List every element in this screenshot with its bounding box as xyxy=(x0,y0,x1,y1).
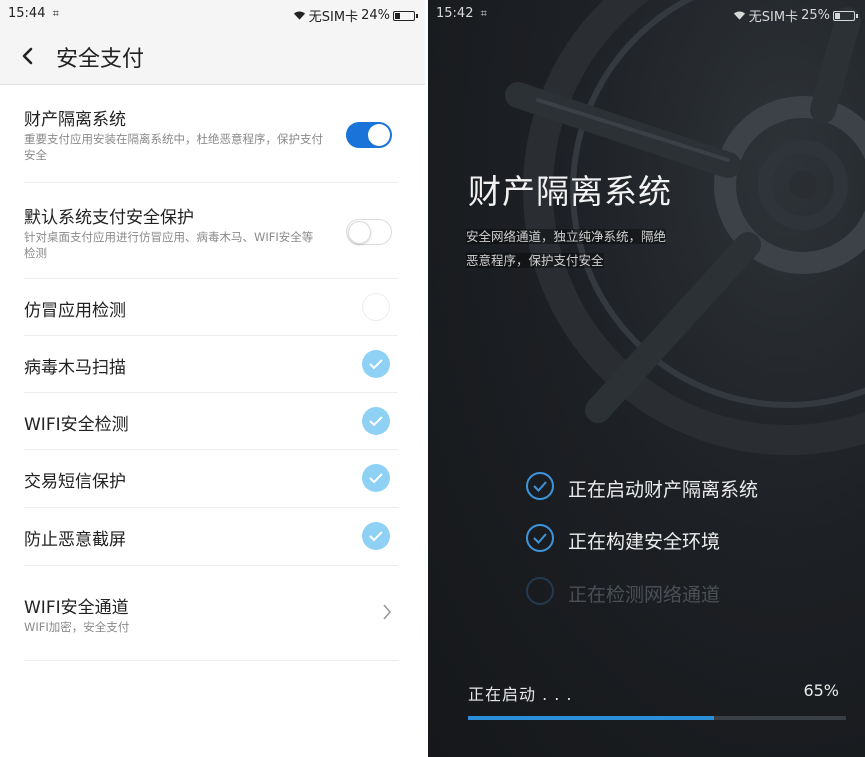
setting-wifi-secure-channel[interactable]: WIFI安全通道 WIFI加密，安全支付 xyxy=(24,565,398,661)
hero-description-line-1: 安全网络通道，独立纯净系统，隔绝 xyxy=(466,229,667,244)
setting-description: 针对桌面支付应用进行仿冒应用、病毒木马、WIFI安全等检测 xyxy=(24,230,314,260)
wifi-icon xyxy=(733,11,745,20)
step-label: 正在启动财产隔离系统 xyxy=(568,479,759,501)
check-circle-icon xyxy=(526,524,554,552)
isolation-startup-screen: 15:42 ⌗ 无SIM卡 25% 财产隔离系统 安全网络通道，独立纯净系统，隔… xyxy=(428,0,865,757)
virus-scan-checkbox[interactable] xyxy=(362,350,390,378)
setting-title: 财产隔离系统 xyxy=(24,110,126,130)
screenshot-icon: ⌗ xyxy=(52,7,59,20)
setting-title: 防止恶意截屏 xyxy=(24,530,126,550)
progress-bar-fill xyxy=(468,716,714,720)
back-button[interactable] xyxy=(16,42,42,70)
progress-label: 正在启动 . . . xyxy=(468,685,573,704)
isolation-toggle[interactable] xyxy=(346,122,392,148)
step-label: 正在构建安全环境 xyxy=(568,531,721,553)
battery-icon xyxy=(833,10,858,21)
battery-percent: 25% xyxy=(801,8,830,23)
sim-status: 无SIM卡 xyxy=(308,10,359,25)
step-label: 正在检测网络通道 xyxy=(568,584,721,606)
setting-title: 交易短信保护 xyxy=(24,472,126,492)
title-bar: 安全支付 xyxy=(0,28,425,85)
setting-title: 病毒木马扫描 xyxy=(24,358,126,378)
check-icon xyxy=(369,359,383,370)
hero-description-line-2: 恶意程序，保护支付安全 xyxy=(466,253,604,268)
status-bar: 15:42 ⌗ 无SIM卡 25% xyxy=(428,0,865,28)
setting-description: 重要支付应用安装在隔离系统中，杜绝恶意程序，保护支付安全 xyxy=(24,132,323,162)
screenshot-prevention-checkbox[interactable] xyxy=(362,522,390,550)
battery-icon xyxy=(393,10,418,21)
status-time: 15:42 xyxy=(436,6,474,21)
setting-property-isolation: 财产隔离系统 重要支付应用安装在隔离系统中，杜绝恶意程序，保护支付安全 xyxy=(24,84,398,183)
setting-wifi-security-check[interactable]: WIFI安全检测 xyxy=(24,392,398,450)
hero-description: 安全网络通道，独立纯净系统，隔绝 恶意程序，保护支付安全 xyxy=(466,225,746,273)
wifi-check-checkbox[interactable] xyxy=(362,407,390,435)
sms-protection-checkbox[interactable] xyxy=(362,464,390,492)
status-time: 15:44 xyxy=(8,6,46,21)
settings-screen: 15:44 ⌗ 无SIM卡 24% 安全支付 财产隔离系统 重要支付应用安装在隔… xyxy=(0,0,425,757)
setting-virus-scan[interactable]: 病毒木马扫描 xyxy=(24,335,398,393)
setting-fake-app-detection[interactable]: 仿冒应用检测 xyxy=(24,278,398,336)
progress-percent: 65% xyxy=(803,681,839,700)
payment-protection-toggle[interactable] xyxy=(346,219,392,245)
progress-bar xyxy=(468,716,846,720)
screenshot-icon: ⌗ xyxy=(480,7,487,20)
chevron-right-icon xyxy=(383,604,392,620)
check-icon xyxy=(369,416,383,427)
page-title: 安全支付 xyxy=(56,47,145,72)
setting-description: WIFI加密，安全支付 xyxy=(24,620,130,634)
setting-title: WIFI安全通道 xyxy=(24,598,129,618)
setting-title: 默认系统支付安全保护 xyxy=(24,208,194,228)
battery-percent: 24% xyxy=(361,8,390,23)
setting-title: WIFI安全检测 xyxy=(24,415,129,435)
wifi-icon xyxy=(293,11,305,20)
check-icon xyxy=(369,473,383,484)
setting-default-payment-protection: 默认系统支付安全保护 针对桌面支付应用进行仿冒应用、病毒木马、WIFI安全等检测 xyxy=(24,182,398,279)
setting-screenshot-prevention[interactable]: 防止恶意截屏 xyxy=(24,507,398,566)
check-icon xyxy=(369,531,383,542)
setting-sms-protection[interactable]: 交易短信保护 xyxy=(24,449,398,508)
status-bar: 15:44 ⌗ 无SIM卡 24% xyxy=(0,0,425,28)
pending-circle-icon xyxy=(526,577,554,605)
hero-title: 财产隔离系统 xyxy=(468,172,672,211)
setting-title: 仿冒应用检测 xyxy=(24,301,126,321)
fake-app-checkbox[interactable] xyxy=(362,293,390,321)
check-circle-icon xyxy=(526,472,554,500)
sim-status: 无SIM卡 xyxy=(748,10,799,25)
